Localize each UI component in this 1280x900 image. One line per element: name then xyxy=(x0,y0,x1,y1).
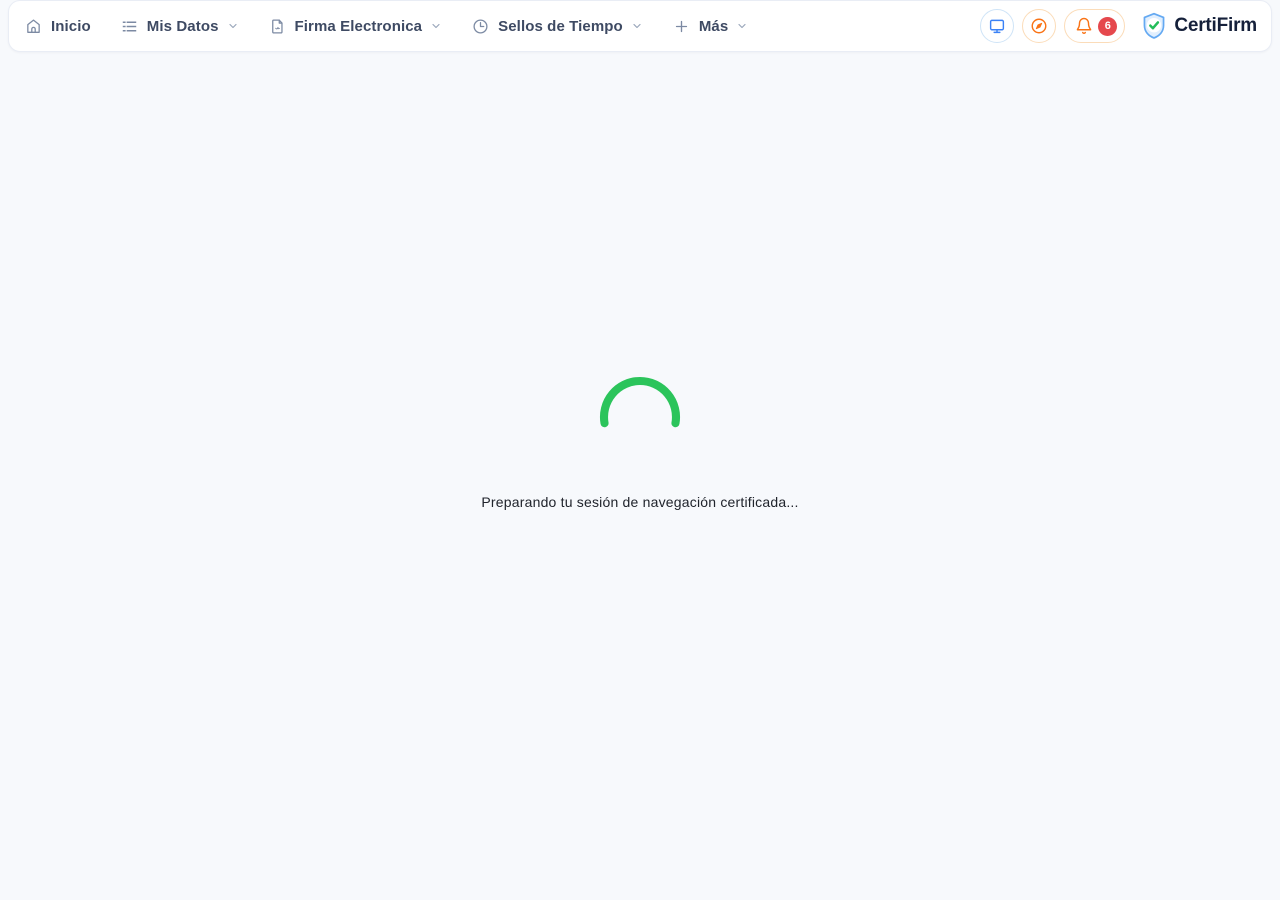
nav-item-label: Firma Electronica xyxy=(295,18,423,35)
loading-text: Preparando tu sesión de navegación certi… xyxy=(481,494,798,510)
brand-logo: CertiFirm xyxy=(1141,12,1257,41)
header-actions: 6 CertiFirm xyxy=(980,9,1257,43)
nav-item-mis-datos[interactable]: Mis Datos xyxy=(121,18,239,35)
shield-check-icon xyxy=(1141,12,1167,41)
nav-item-firma-electronica[interactable]: Firma Electronica xyxy=(269,18,443,35)
compass-icon xyxy=(1030,17,1048,35)
notifications-button[interactable]: 6 xyxy=(1064,9,1125,43)
nav-item-sellos-de-tiempo[interactable]: Sellos de Tiempo xyxy=(472,18,643,35)
chevron-down-icon xyxy=(631,20,643,32)
notification-count-badge: 6 xyxy=(1098,17,1117,36)
main-nav: Inicio Mis Datos Firma Electronica xyxy=(25,18,748,35)
chevron-down-icon xyxy=(227,20,239,32)
home-icon xyxy=(25,18,42,35)
chevron-down-icon xyxy=(736,20,748,32)
main-content: Preparando tu sesión de navegación certi… xyxy=(0,52,1280,900)
plus-icon xyxy=(673,18,690,35)
list-icon xyxy=(121,18,138,35)
clock-icon xyxy=(472,18,489,35)
brand-name: CertiFirm xyxy=(1174,15,1257,37)
explore-button[interactable] xyxy=(1022,9,1056,43)
bell-icon xyxy=(1075,17,1093,35)
chevron-down-icon xyxy=(430,20,442,32)
nav-item-mas[interactable]: Más xyxy=(673,18,748,35)
nav-item-label: Mis Datos xyxy=(147,18,219,35)
nav-item-inicio[interactable]: Inicio xyxy=(25,18,91,35)
monitor-icon xyxy=(988,17,1006,35)
nav-item-label: Sellos de Tiempo xyxy=(498,18,623,35)
top-navbar: Inicio Mis Datos Firma Electronica xyxy=(8,0,1272,52)
loading-spinner-icon xyxy=(595,372,685,462)
nav-item-label: Inicio xyxy=(51,18,91,35)
file-icon xyxy=(269,18,286,35)
screen-button[interactable] xyxy=(980,9,1014,43)
loading-indicator: Preparando tu sesión de navegación certi… xyxy=(481,372,798,510)
nav-item-label: Más xyxy=(699,18,728,35)
